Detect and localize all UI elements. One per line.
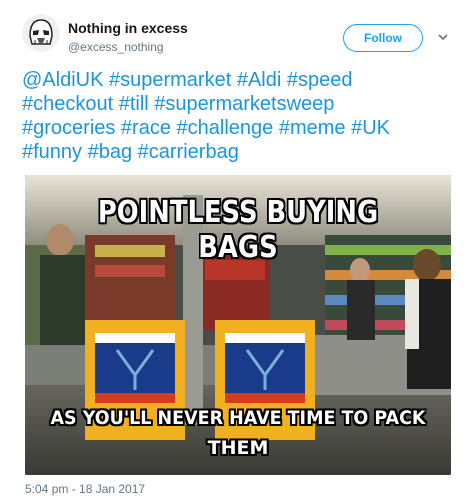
author-display-name[interactable]: Nothing in excess xyxy=(68,20,188,36)
follow-button[interactable]: Follow xyxy=(343,24,423,52)
tweet-header: Nothing in excess @excess_nothing Follow xyxy=(0,0,474,60)
chevron-down-icon[interactable] xyxy=(436,30,450,44)
meme-bottom-caption: AS YOU'LL NEVER HAVE TIME TO PACK xyxy=(50,407,426,429)
tweet-line[interactable]: #checkout #till #supermarketsweep xyxy=(22,93,334,115)
tweet-line[interactable]: #funny #bag #carrierbag xyxy=(22,141,239,163)
tweet-line[interactable]: #groceries #race #challenge #meme #UK xyxy=(22,117,390,139)
tweet-line[interactable]: @AldiUK #supermarket #Aldi #speed xyxy=(22,69,352,91)
stormtrooper-helmet-icon[interactable] xyxy=(22,14,60,52)
author-handle[interactable]: @excess_nothing xyxy=(68,40,164,54)
tweet-media-image[interactable]: POINTLESS BUYING BAGS AS YOU'LL NEVER HA… xyxy=(25,175,451,475)
tweet-text: @AldiUK #supermarket #Aldi #speed #check… xyxy=(22,68,462,164)
tweet-timestamp[interactable]: 5:04 pm - 18 Jan 2017 xyxy=(25,482,145,496)
meme-bottom-caption-2: THEM xyxy=(207,437,269,459)
meme-top-caption: POINTLESS BUYING BAGS xyxy=(97,195,379,265)
